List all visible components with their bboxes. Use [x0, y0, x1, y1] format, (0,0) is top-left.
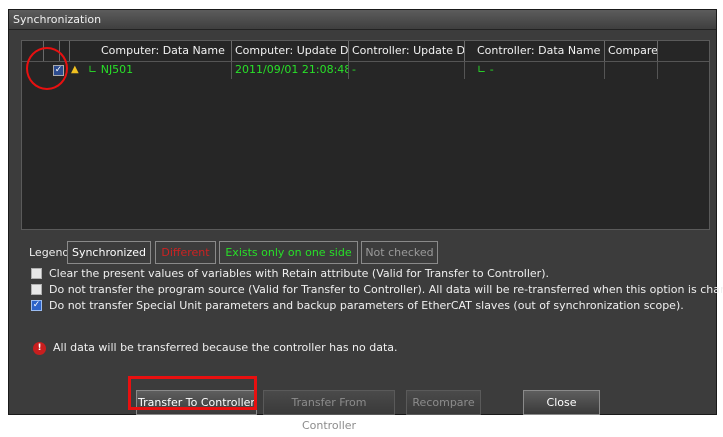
highlight-circle [26, 47, 68, 90]
recompare-button[interactable]: Recompare [406, 390, 481, 415]
legend-not-checked: Not checked [361, 241, 438, 264]
title-bar: Synchronization [9, 10, 716, 30]
error-icon: ! [33, 342, 46, 355]
window-title: Synchronization [13, 13, 102, 26]
option-no-program-source-label: Do not transfer the program source (Vali… [49, 283, 723, 296]
option-no-special-unit-label: Do not transfer Special Unit parameters … [49, 299, 684, 312]
option-no-program-source[interactable]: Do not transfer the program source (Vali… [31, 282, 723, 298]
cell-computer-name: ∟ NJ501 [85, 61, 232, 79]
option-clear-retain[interactable]: Clear the present values of variables wi… [31, 266, 721, 282]
column-header-computer-update[interactable]: Computer: Update Da [232, 41, 349, 61]
info-message: All data will be transferred because the… [53, 341, 398, 354]
cell-compare [605, 61, 658, 79]
synchronization-dialog: Synchronization Computer: Data Name Comp… [8, 9, 723, 432]
cell-controller-name: ∟ - [465, 61, 605, 79]
column-header-computer-name[interactable]: Computer: Data Name [98, 41, 232, 61]
legend-exists-one-side: Exists only on one side [219, 241, 358, 264]
option-no-special-unit-checkbox[interactable]: ✓ [31, 300, 42, 311]
cell-computer-update: 2011/09/01 21:08:48 [232, 61, 349, 79]
highlight-box [128, 376, 257, 410]
option-clear-retain-checkbox[interactable] [31, 268, 42, 279]
warning-icon: ▲ [71, 64, 79, 75]
grid-header: Computer: Data Name Computer: Update Da … [22, 41, 709, 62]
option-no-special-unit[interactable]: ✓ Do not transfer Special Unit parameter… [31, 298, 721, 314]
close-button[interactable]: Close [523, 390, 600, 415]
legend-different: Different [155, 241, 216, 264]
sync-data-grid[interactable]: Computer: Data Name Computer: Update Da … [21, 40, 710, 230]
column-header-compare[interactable]: Compare [605, 41, 658, 61]
transfer-from-controller-button[interactable]: Transfer From Controller [263, 390, 395, 432]
option-clear-retain-label: Clear the present values of variables wi… [49, 267, 549, 280]
option-no-program-source-checkbox[interactable] [31, 284, 42, 295]
column-header-controller-name[interactable]: Controller: Data Name [465, 41, 605, 61]
legend-synchronized: Synchronized [67, 241, 151, 264]
table-row[interactable]: ✓ ▲ ∟ NJ501 2011/09/01 21:08:48 - ∟ - [22, 61, 709, 79]
column-header-controller-update[interactable]: Controller: Update Da [349, 41, 465, 61]
cell-controller-update: - [349, 61, 465, 79]
